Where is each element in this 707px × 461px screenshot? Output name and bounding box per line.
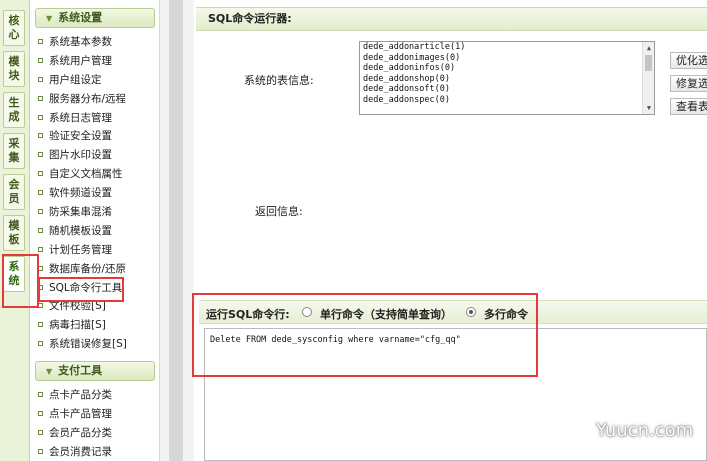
bullet-icon [38,429,43,435]
return-info-label: 返回信息: [255,205,303,218]
table-list-select[interactable]: dede_addonarticle(1) dede_addonimages(0)… [359,41,655,115]
sidebar-menu: ▼ 系统设置 系统基本参数 系统用户管理 用户组设定 服务器分布/远程 系统日志管… [30,0,160,461]
payment-tools-list: 点卡产品分类 点卡产品管理 会员产品分类 会员消费记录 [38,386,158,461]
table-option[interactable]: dede_addoninfos(0) [360,63,654,74]
optimize-button[interactable]: 优化选 [670,52,707,69]
bullet-icon [38,322,43,328]
bullet-icon [38,171,43,177]
scroll-up-icon[interactable]: ▲ [644,43,654,53]
sql-command-textarea[interactable]: Delete FROM dede_sysconfig where varname… [204,328,707,461]
view-table-button[interactable]: 查看表 [670,98,707,115]
sidebar-item-server-remote[interactable]: 服务器分布/远程 [38,90,158,109]
sidebar-item-member-consumption[interactable]: 会员消费记录 [38,443,158,461]
page-title: SQL命令运行器: [196,7,707,31]
sidebar-item-anti-collect[interactable]: 防采集串混淆 [38,203,158,222]
table-option[interactable]: dede_addonsoft(0) [360,84,654,95]
multi-line-radio-label[interactable]: 多行命令 [484,306,528,322]
tab-core[interactable]: 核心 [3,10,25,46]
sidebar-item-software-channel[interactable]: 软件频道设置 [38,184,158,203]
run-mode-bar: 运行SQL命令行: 单行命令（支持简单查询） 多行命令 [199,300,707,324]
sidebar-item-scheduled-tasks[interactable]: 计划任务管理 [38,241,158,260]
sidebar-item-card-category[interactable]: 点卡产品分类 [38,386,158,405]
table-option[interactable]: dede_addonshop(0) [360,74,654,85]
bullet-icon [38,209,43,215]
bullet-icon [38,190,43,196]
module-tab-bar: 核心 模块 生成 采集 会员 模板 系统 [0,0,30,461]
bullet-icon [38,133,43,139]
tab-members[interactable]: 会员 [3,174,25,210]
sidebar-item-card-products[interactable]: 点卡产品管理 [38,405,158,424]
sql-runner-panel: SQL命令运行器: 系统的表信息: dede_addonarticle(1) d… [196,0,707,461]
bullet-icon [38,410,43,416]
tables-label: 系统的表信息: [244,74,314,87]
sidebar-item-basic-params[interactable]: 系统基本参数 [38,33,158,52]
bullet-icon [38,57,43,63]
sidebar-item-db-backup[interactable]: 数据库备份/还原 [38,260,158,279]
tab-modules[interactable]: 模块 [3,51,25,87]
sidebar-item-custom-attributes[interactable]: 自定义文档属性 [38,165,158,184]
sidebar-item-error-repair[interactable]: 系统错误修复[S] [38,335,158,354]
tab-generate[interactable]: 生成 [3,92,25,128]
table-option[interactable]: dede_addonarticle(1) [360,42,654,53]
tab-templates[interactable]: 模板 [3,215,25,251]
watermark: Yuucn.com [596,420,694,441]
scrollbar-thumb[interactable] [645,55,652,71]
sidebar-item-sql-tool[interactable]: SQL命令行工具 [38,279,158,298]
bullet-icon [38,392,43,397]
scroll-down-icon[interactable]: ▼ [644,103,654,113]
bullet-icon [38,152,43,158]
bullet-icon [38,246,43,252]
bullet-icon [38,227,43,233]
sidebar-item-random-template[interactable]: 随机模板设置 [38,222,158,241]
sidebar-item-system-log[interactable]: 系统日志管理 [38,109,158,128]
sidebar-item-security[interactable]: 验证安全设置 [38,127,158,146]
chevron-down-icon: ▼ [46,14,53,23]
tab-collect[interactable]: 采集 [3,133,25,169]
bullet-icon [38,284,43,290]
bullet-icon [38,448,43,454]
sidebar-item-user-management[interactable]: 系统用户管理 [38,52,158,71]
bullet-icon [38,114,43,120]
table-option[interactable]: dede_addonimages(0) [360,53,654,64]
frame-splitter[interactable] [160,0,194,461]
tab-system[interactable]: 系统 [3,256,25,292]
chevron-down-icon: ▼ [46,367,53,376]
bullet-icon [38,95,43,101]
multi-line-radio[interactable] [466,307,476,317]
table-option[interactable]: dede_addonspec(0) [360,95,654,106]
sidebar-item-user-groups[interactable]: 用户组设定 [38,71,158,90]
bullet-icon [38,265,43,271]
single-line-radio-label[interactable]: 单行命令（支持简单查询） [320,306,452,322]
sidebar-item-member-product-category[interactable]: 会员产品分类 [38,424,158,443]
bullet-icon [38,303,43,309]
section-payment-tools[interactable]: ▼ 支付工具 [35,361,155,381]
section-system-settings[interactable]: ▼ 系统设置 [35,8,155,28]
splitter-bar[interactable] [169,0,183,461]
bullet-icon [38,76,43,82]
scrollbar[interactable]: ▲ ▼ [642,42,654,114]
sidebar-item-file-check[interactable]: 文件校验[S] [38,297,158,316]
bullet-icon [38,341,43,347]
sidebar-item-virus-scan[interactable]: 病毒扫描[S] [38,316,158,335]
system-settings-list: 系统基本参数 系统用户管理 用户组设定 服务器分布/远程 系统日志管理 验证安全… [38,33,158,354]
repair-button[interactable]: 修复选 [670,75,707,92]
run-sql-label: 运行SQL命令行: [206,308,290,321]
single-line-radio[interactable] [302,307,312,317]
sidebar-item-watermark[interactable]: 图片水印设置 [38,146,158,165]
bullet-icon [38,39,43,44]
